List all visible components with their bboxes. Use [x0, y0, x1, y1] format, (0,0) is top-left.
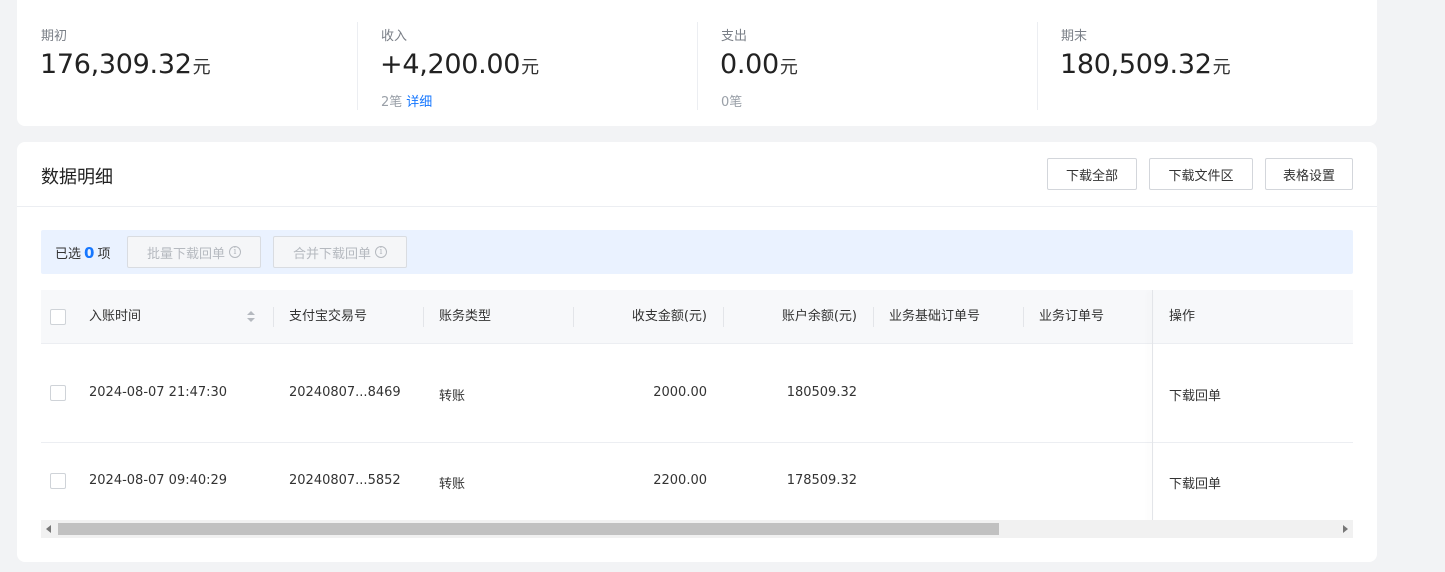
- cell-trade-no: 20240807...5852: [289, 473, 401, 488]
- stat-value: 176,309.32元: [40, 49, 211, 80]
- download-receipt-link[interactable]: 下载回单: [1169, 473, 1221, 492]
- divider: [357, 22, 358, 110]
- cell-type: 转账: [439, 389, 466, 404]
- download-receipt-link[interactable]: 下载回单: [1169, 385, 1221, 404]
- stat-amount: 176,309.32: [40, 49, 192, 80]
- batch-download-label: 批量下载回单: [146, 246, 225, 262]
- cell-amount: 2000.00: [653, 385, 707, 400]
- divider: [697, 22, 698, 110]
- col-amount: 收支金额(元): [631, 309, 707, 324]
- stat-value: 0.00元: [720, 49, 798, 80]
- table-header: 入账时间 支付宝交易号 账务类型 收支金额(元) 账户余额(元) 业务基础订单号…: [41, 290, 1353, 344]
- stat-label: 收入: [381, 29, 408, 44]
- select-all-checkbox[interactable]: [50, 309, 66, 325]
- info-icon: i: [229, 246, 241, 258]
- stat-count: 2笔: [381, 95, 403, 110]
- selection-text: 已选 0 项: [55, 243, 110, 262]
- fixed-column-divider: [1152, 290, 1153, 538]
- cell-amount: 2200.00: [653, 473, 707, 488]
- divider: [1037, 22, 1038, 110]
- merge-download-label: 合并下载回单: [292, 246, 371, 262]
- cell-type: 转账: [439, 477, 466, 492]
- stat-amount: 0.00: [720, 49, 779, 80]
- col-base-order: 业务基础订单号: [889, 309, 981, 324]
- col-separator: [273, 307, 274, 327]
- data-table: 入账时间 支付宝交易号 账务类型 收支金额(元) 账户余额(元) 业务基础订单号…: [41, 290, 1353, 538]
- row-checkbox[interactable]: [50, 473, 66, 489]
- stat-unit: 元: [1212, 57, 1231, 78]
- col-separator: [1023, 307, 1024, 327]
- stat-label: 期末: [1061, 29, 1088, 44]
- stat-unit: 元: [192, 57, 211, 78]
- download-all-button[interactable]: 下载全部: [1047, 158, 1137, 190]
- col-action: 操作: [1169, 309, 1196, 324]
- cell-balance: 178509.32: [786, 473, 857, 488]
- table-settings-button[interactable]: 表格设置: [1265, 158, 1353, 190]
- detail-card: 数据明细 下载全部 下载文件区 表格设置 已选 0 项 批量下载回单 i 合并下载回单…: [17, 142, 1377, 562]
- cell-balance: 180509.32: [786, 385, 857, 400]
- row-checkbox[interactable]: [50, 385, 66, 401]
- stat-amount: +4,200.00: [380, 49, 521, 80]
- stat-sub: 0笔: [721, 91, 742, 110]
- stat-sub: 2笔 详细: [381, 91, 432, 110]
- stat-unit: 元: [779, 57, 798, 78]
- merge-download-button[interactable]: 合并下载回单 i: [273, 236, 407, 268]
- batch-download-button[interactable]: 批量下载回单 i: [127, 236, 261, 268]
- stat-count: 0笔: [721, 95, 743, 110]
- table-row: 2024-08-07 09:40:29 20240807...5852 转账 2…: [41, 443, 1353, 520]
- sort-icon[interactable]: [247, 311, 255, 323]
- col-trade-no: 支付宝交易号: [289, 309, 368, 324]
- scroll-right-icon[interactable]: [1343, 525, 1348, 533]
- scroll-left-icon[interactable]: [46, 525, 51, 533]
- selection-bar: 已选 0 项 批量下载回单 i 合并下载回单 i: [41, 230, 1353, 274]
- stat-expense: 支出 0.00元 0笔: [697, 0, 1037, 126]
- selection-count: 0: [84, 244, 95, 262]
- selection-suffix: 项: [97, 247, 111, 262]
- stat-label: 支出: [721, 29, 748, 44]
- stat-unit: 元: [521, 57, 539, 78]
- detail-title: 数据明细: [41, 167, 113, 188]
- cell-trade-no: 20240807...8469: [289, 385, 401, 400]
- download-files-button[interactable]: 下载文件区: [1149, 158, 1253, 190]
- stat-closing: 期末 180,509.32元: [1037, 0, 1377, 126]
- col-separator: [873, 307, 874, 327]
- stat-opening: 期初 176,309.32元: [17, 0, 357, 126]
- col-separator: [423, 307, 424, 327]
- horizontal-scrollbar[interactable]: [41, 520, 1353, 538]
- selection-prefix: 已选: [55, 247, 82, 262]
- summary-card: 期初 176,309.32元 收入 +4,200.00元 2笔 详细 支出 0.0…: [17, 0, 1377, 126]
- stat-label: 期初: [41, 29, 68, 44]
- scroll-thumb[interactable]: [58, 523, 999, 535]
- col-type: 账务类型: [439, 309, 492, 324]
- col-balance: 账户余额(元): [781, 309, 857, 324]
- cell-time: 2024-08-07 09:40:29: [89, 473, 228, 488]
- info-icon: i: [375, 246, 387, 258]
- stat-income: 收入 +4,200.00元 2笔 详细: [357, 0, 697, 126]
- cell-time: 2024-08-07 21:47:30: [89, 385, 228, 400]
- stat-amount: 180,509.32: [1060, 49, 1212, 80]
- col-time[interactable]: 入账时间: [89, 290, 141, 344]
- col-separator: [573, 307, 574, 327]
- table-row: 2024-08-07 21:47:30 20240807...8469 转账 2…: [41, 344, 1353, 443]
- income-detail-link[interactable]: 详细: [406, 95, 432, 110]
- col-separator: [723, 307, 724, 327]
- detail-header: 数据明细 下载全部 下载文件区 表格设置: [17, 142, 1377, 207]
- stat-value: +4,200.00元: [380, 49, 539, 80]
- col-order: 业务订单号: [1039, 309, 1105, 324]
- stat-value: 180,509.32元: [1060, 49, 1231, 80]
